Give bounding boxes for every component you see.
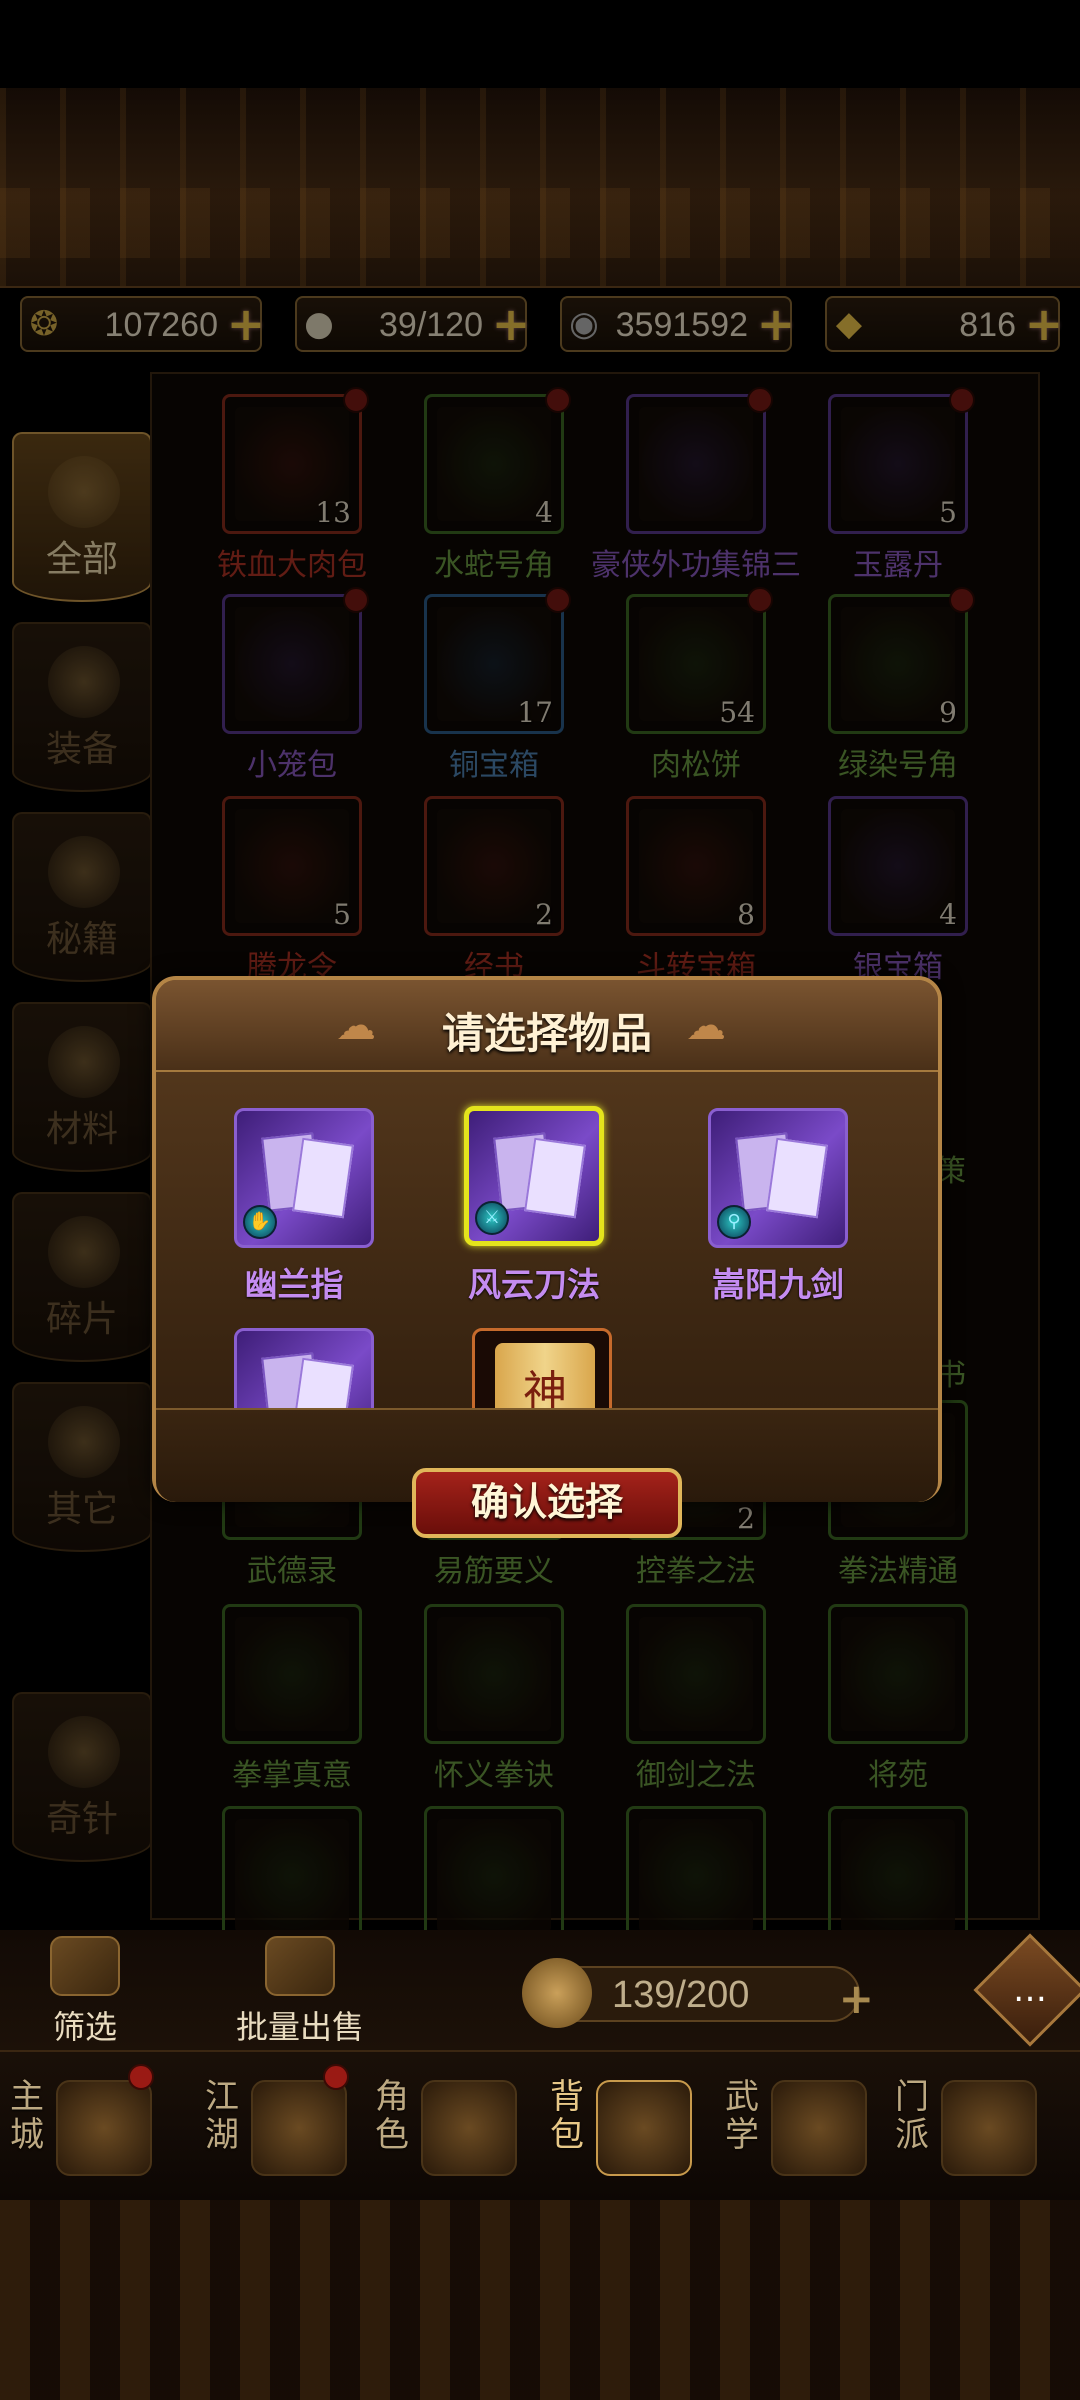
select-item-dialog: ☁ 请选择物品 ☁ ✋ 幽兰指 ⚔ 风云刀法 ⚲ 嵩阳九剑 • 神	[152, 976, 942, 1502]
nav-art-icon	[421, 2080, 517, 2176]
nav-item[interactable]: 武学	[715, 2070, 875, 2190]
dialog-title: 请选择物品	[441, 1009, 652, 1058]
cloud-ornament-right-icon: ☁	[686, 1003, 726, 1049]
skill-type-icon: ⚲	[717, 1205, 751, 1239]
bag-capacity: 139/200 +	[522, 1958, 874, 2028]
dialog-item-youlanzhi[interactable]: ✋	[234, 1108, 374, 1248]
nav-label: 角色	[375, 2077, 409, 2155]
bulk-sell-label: 批量出售	[235, 2008, 364, 2046]
nav-item[interactable]: 江湖	[195, 2064, 355, 2190]
nav-item[interactable]: 背包	[540, 2070, 700, 2190]
nav-label: 背包	[550, 2077, 584, 2155]
status-bar-area	[0, 0, 1080, 88]
dialog-item-5[interactable]: 神	[472, 1328, 612, 1408]
dialog-item-fengyundaofa[interactable]: ⚔	[464, 1106, 604, 1246]
dialog-item-label: 嵩阳九剑	[712, 1265, 844, 1304]
filter-button[interactable]: 筛选	[30, 1936, 140, 2046]
skill-type-icon: ⚔	[475, 1201, 509, 1235]
filter-icon	[50, 1936, 120, 1996]
filter-label: 筛选	[52, 2008, 117, 2046]
nav-art-icon	[771, 2080, 867, 2176]
dialog-item-songyangjiujian[interactable]: ⚲	[708, 1108, 848, 1248]
bag-capacity-value: 139/200	[612, 1974, 750, 2016]
nav-art-icon	[251, 2080, 347, 2176]
dialog-item-label: 风云刀法	[468, 1265, 600, 1304]
manual-book-icon	[261, 1352, 355, 1408]
dialog-title-bar: ☁ 请选择物品 ☁	[156, 980, 938, 1072]
nav-item[interactable]: 门派	[885, 2070, 1045, 2190]
nav-label: 门派	[895, 2077, 929, 2155]
nav-art-icon	[596, 2080, 692, 2176]
money-bag-icon	[522, 1958, 592, 2028]
bulk-sell-button[interactable]: 批量出售	[220, 1936, 380, 2046]
nav-item[interactable]: 角色	[365, 2070, 525, 2190]
dialog-item-4[interactable]: •	[234, 1328, 374, 1408]
expand-capacity-button[interactable]: +	[839, 1974, 874, 2023]
nav-item[interactable]: 主城	[0, 2064, 160, 2190]
skill-type-icon: ✋	[243, 1205, 277, 1239]
manual-book-icon	[493, 1132, 587, 1219]
manual-book-icon	[261, 1132, 355, 1219]
dialog-item-list[interactable]: ✋ 幽兰指 ⚔ 风云刀法 ⚲ 嵩阳九剑 • 神	[156, 1072, 938, 1408]
footer-ornament	[0, 2200, 1080, 2400]
nav-label: 主城	[10, 2077, 44, 2155]
chat-bubble-icon: …	[1013, 1970, 1047, 2010]
notification-dot	[323, 2064, 349, 2090]
dialog-item-label: 幽兰指	[244, 1265, 344, 1304]
nav-label: 武学	[725, 2077, 759, 2155]
confirm-selection-button[interactable]: 确认选择	[412, 1468, 682, 1538]
nav-art-icon	[56, 2080, 152, 2176]
manual-book-icon	[735, 1132, 829, 1219]
nav-label: 江湖	[205, 2077, 239, 2155]
header-banner	[0, 88, 1080, 288]
nav-art-icon	[941, 2080, 1037, 2176]
coin-bag-icon	[265, 1936, 335, 1996]
divine-scroll-icon: 神	[495, 1343, 595, 1408]
notification-dot	[128, 2064, 154, 2090]
